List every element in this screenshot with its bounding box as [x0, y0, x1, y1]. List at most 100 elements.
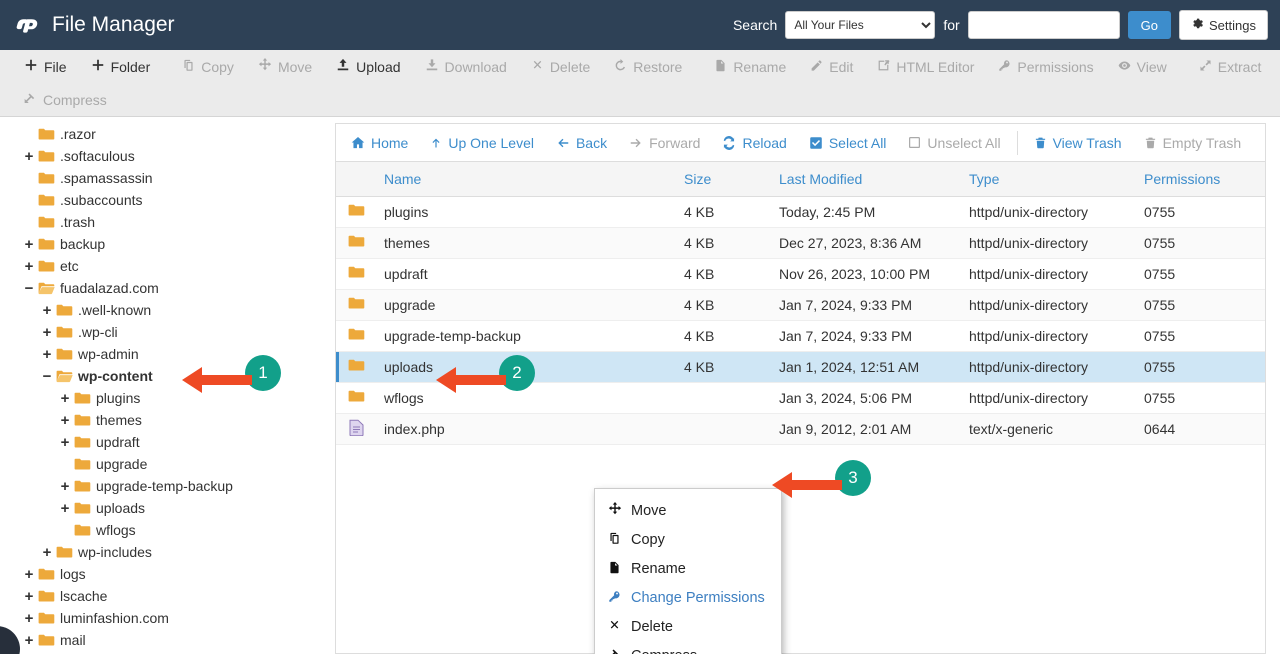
tree-node-plugins[interactable]: + plugins: [0, 387, 335, 409]
search-label: Search: [732, 17, 778, 33]
tree-node-uploads[interactable]: + uploads: [0, 497, 335, 519]
home-icon: [351, 136, 365, 150]
tree-node-label: .softaculous: [60, 148, 135, 164]
column-header-permissions[interactable]: Permissions: [1136, 162, 1265, 197]
table-row[interactable]: index.php Jan 9, 2012, 2:01 AM text/x-gene…: [336, 413, 1265, 445]
table-row[interactable]: themes 4 KB Dec 27, 2023, 8:36 AM httpd/uni…: [336, 227, 1265, 259]
row-permissions: 0755: [1136, 258, 1265, 290]
action-label: Reload: [742, 134, 787, 151]
tree-node-upgrade[interactable]: upgrade: [0, 453, 335, 475]
context-menu-item-change-permissions[interactable]: Change Permissions: [595, 583, 781, 612]
tree-node-wflogs[interactable]: wflogs: [0, 519, 335, 541]
expand-icon[interactable]: +: [40, 325, 54, 340]
row-last-modified: Jan 7, 2024, 9:33 PM: [771, 289, 961, 321]
table-row[interactable]: upgrade 4 KB Jan 7, 2024, 9:33 PM httpd/uni…: [336, 289, 1265, 321]
column-header-size[interactable]: Size: [676, 162, 771, 197]
action-select-all[interactable]: Select All: [798, 135, 898, 151]
expand-icon[interactable]: +: [22, 259, 36, 274]
search-scope-select[interactable]: All Your Files: [785, 11, 936, 39]
tree-node-backup[interactable]: + backup: [0, 233, 335, 255]
tree-node-wp-admin[interactable]: + wp-admin: [0, 343, 335, 365]
context-menu-item-rename[interactable]: Rename: [595, 554, 781, 583]
context-menu-item-compress[interactable]: Compress: [595, 641, 781, 654]
rename-icon: [607, 561, 622, 577]
expand-icon[interactable]: +: [22, 149, 36, 164]
row-size: 4 KB: [676, 196, 771, 228]
tree-node-updraft[interactable]: + updraft: [0, 431, 335, 453]
tree-node-label: lscache: [60, 588, 108, 604]
toolbar-button-upload[interactable]: Upload: [324, 50, 412, 83]
tree-node-wp-includes[interactable]: + wp-includes: [0, 541, 335, 563]
table-row[interactable]: plugins 4 KB Today, 2:45 PM httpd/unix-dire…: [336, 196, 1265, 228]
tree-node-dot-subaccounts[interactable]: .subaccounts: [0, 189, 335, 211]
collapse-icon[interactable]: −: [40, 369, 54, 384]
toolbar-button-label: Permissions: [1017, 58, 1094, 75]
tree-node-dot-softaculous[interactable]: + .softaculous: [0, 145, 335, 167]
action-home[interactable]: Home: [340, 135, 419, 151]
tree-node-wp-content[interactable]: − wp-content: [0, 365, 335, 387]
eye-icon: [1118, 59, 1131, 75]
settings-button[interactable]: Settings: [1179, 10, 1268, 40]
checkbox-empty-icon: [908, 136, 921, 149]
expand-icon[interactable]: +: [58, 479, 72, 494]
toolbar-button-folder[interactable]: Folder: [79, 50, 163, 83]
tree-node-lscache[interactable]: + lscache: [0, 585, 335, 607]
search-go-button[interactable]: Go: [1127, 11, 1172, 39]
annotation-badge-1-number: 1: [258, 363, 268, 382]
table-row[interactable]: wflogs Jan 3, 2024, 5:06 PM httpd/unix-dir…: [336, 382, 1265, 414]
table-row[interactable]: updraft 4 KB Nov 26, 2023, 10:00 PM httpd/u…: [336, 258, 1265, 290]
action-view-trash[interactable]: View Trash: [1023, 135, 1133, 151]
toolbar-button-file[interactable]: File: [12, 50, 79, 83]
table-row[interactable]: upgrade-temp-backup 4 KB Jan 7, 2024, 9:33…: [336, 320, 1265, 352]
tree-node-logs[interactable]: + logs: [0, 563, 335, 585]
directory-tree-sidebar[interactable]: .razor + .softaculous .spamassassin .subacco…: [0, 117, 335, 654]
action-back[interactable]: Back: [545, 135, 618, 151]
upload-icon: [336, 58, 350, 75]
checkbox-checked-icon: [809, 136, 823, 150]
expand-icon[interactable]: +: [22, 589, 36, 604]
tree-node-dot-trash[interactable]: .trash: [0, 211, 335, 233]
expand-icon[interactable]: +: [40, 545, 54, 560]
tree-node-upgrade-temp-backup[interactable]: + upgrade-temp-backup: [0, 475, 335, 497]
tree-node-fuadalazad-com[interactable]: − fuadalazad.com: [0, 277, 335, 299]
action-empty-trash: Empty Trash: [1133, 135, 1253, 151]
tree-node-luminfashion-com[interactable]: + luminfashion.com: [0, 607, 335, 629]
context-menu-item-move[interactable]: Move: [595, 496, 781, 525]
expand-icon[interactable]: +: [22, 633, 36, 648]
expand-icon[interactable]: +: [58, 435, 72, 450]
context-menu-item-label: Move: [631, 502, 667, 519]
action-up-one-level[interactable]: Up One Level: [419, 135, 545, 151]
expand-icon[interactable]: +: [40, 347, 54, 362]
expand-icon[interactable]: +: [22, 237, 36, 252]
tree-node-dot-spamassassin[interactable]: .spamassassin: [0, 167, 335, 189]
row-icon-cell: [336, 382, 376, 414]
search-input[interactable]: [967, 11, 1120, 39]
tree-node-themes[interactable]: + themes: [0, 409, 335, 431]
context-menu-item-copy[interactable]: Copy: [595, 525, 781, 554]
expand-icon[interactable]: +: [22, 611, 36, 626]
table-row[interactable]: uploads 4 KB Jan 1, 2024, 12:51 AM httpd/un…: [336, 351, 1265, 383]
folder-icon: [74, 414, 91, 427]
collapse-icon[interactable]: −: [22, 281, 36, 296]
tree-node-dot-wp-cli[interactable]: + .wp-cli: [0, 321, 335, 343]
tree-node-mail[interactable]: + mail: [0, 629, 335, 651]
row-type: httpd/unix-directory: [961, 351, 1136, 383]
tree-node-dot-razor[interactable]: .razor: [0, 123, 335, 145]
copy-icon: [182, 59, 195, 75]
tree-node-label: etc: [60, 258, 79, 274]
column-header-type[interactable]: Type: [961, 162, 1136, 197]
context-menu[interactable]: Move Copy Rename Change Permissions Delete Co…: [594, 488, 782, 654]
expand-icon[interactable]: +: [22, 567, 36, 582]
expand-icon[interactable]: +: [58, 501, 72, 516]
context-menu-item-delete[interactable]: Delete: [595, 612, 781, 641]
plus-icon: [24, 58, 38, 75]
expand-icon[interactable]: +: [58, 391, 72, 406]
expand-icon[interactable]: +: [58, 413, 72, 428]
tree-node-dot-well-known[interactable]: + .well-known: [0, 299, 335, 321]
tree-node-etc[interactable]: + etc: [0, 255, 335, 277]
action-reload[interactable]: Reload: [711, 135, 797, 151]
column-header-name[interactable]: Name: [376, 162, 676, 197]
row-name: plugins: [376, 196, 676, 228]
column-header-last-modified[interactable]: Last Modified: [771, 162, 961, 197]
expand-icon[interactable]: +: [40, 303, 54, 318]
